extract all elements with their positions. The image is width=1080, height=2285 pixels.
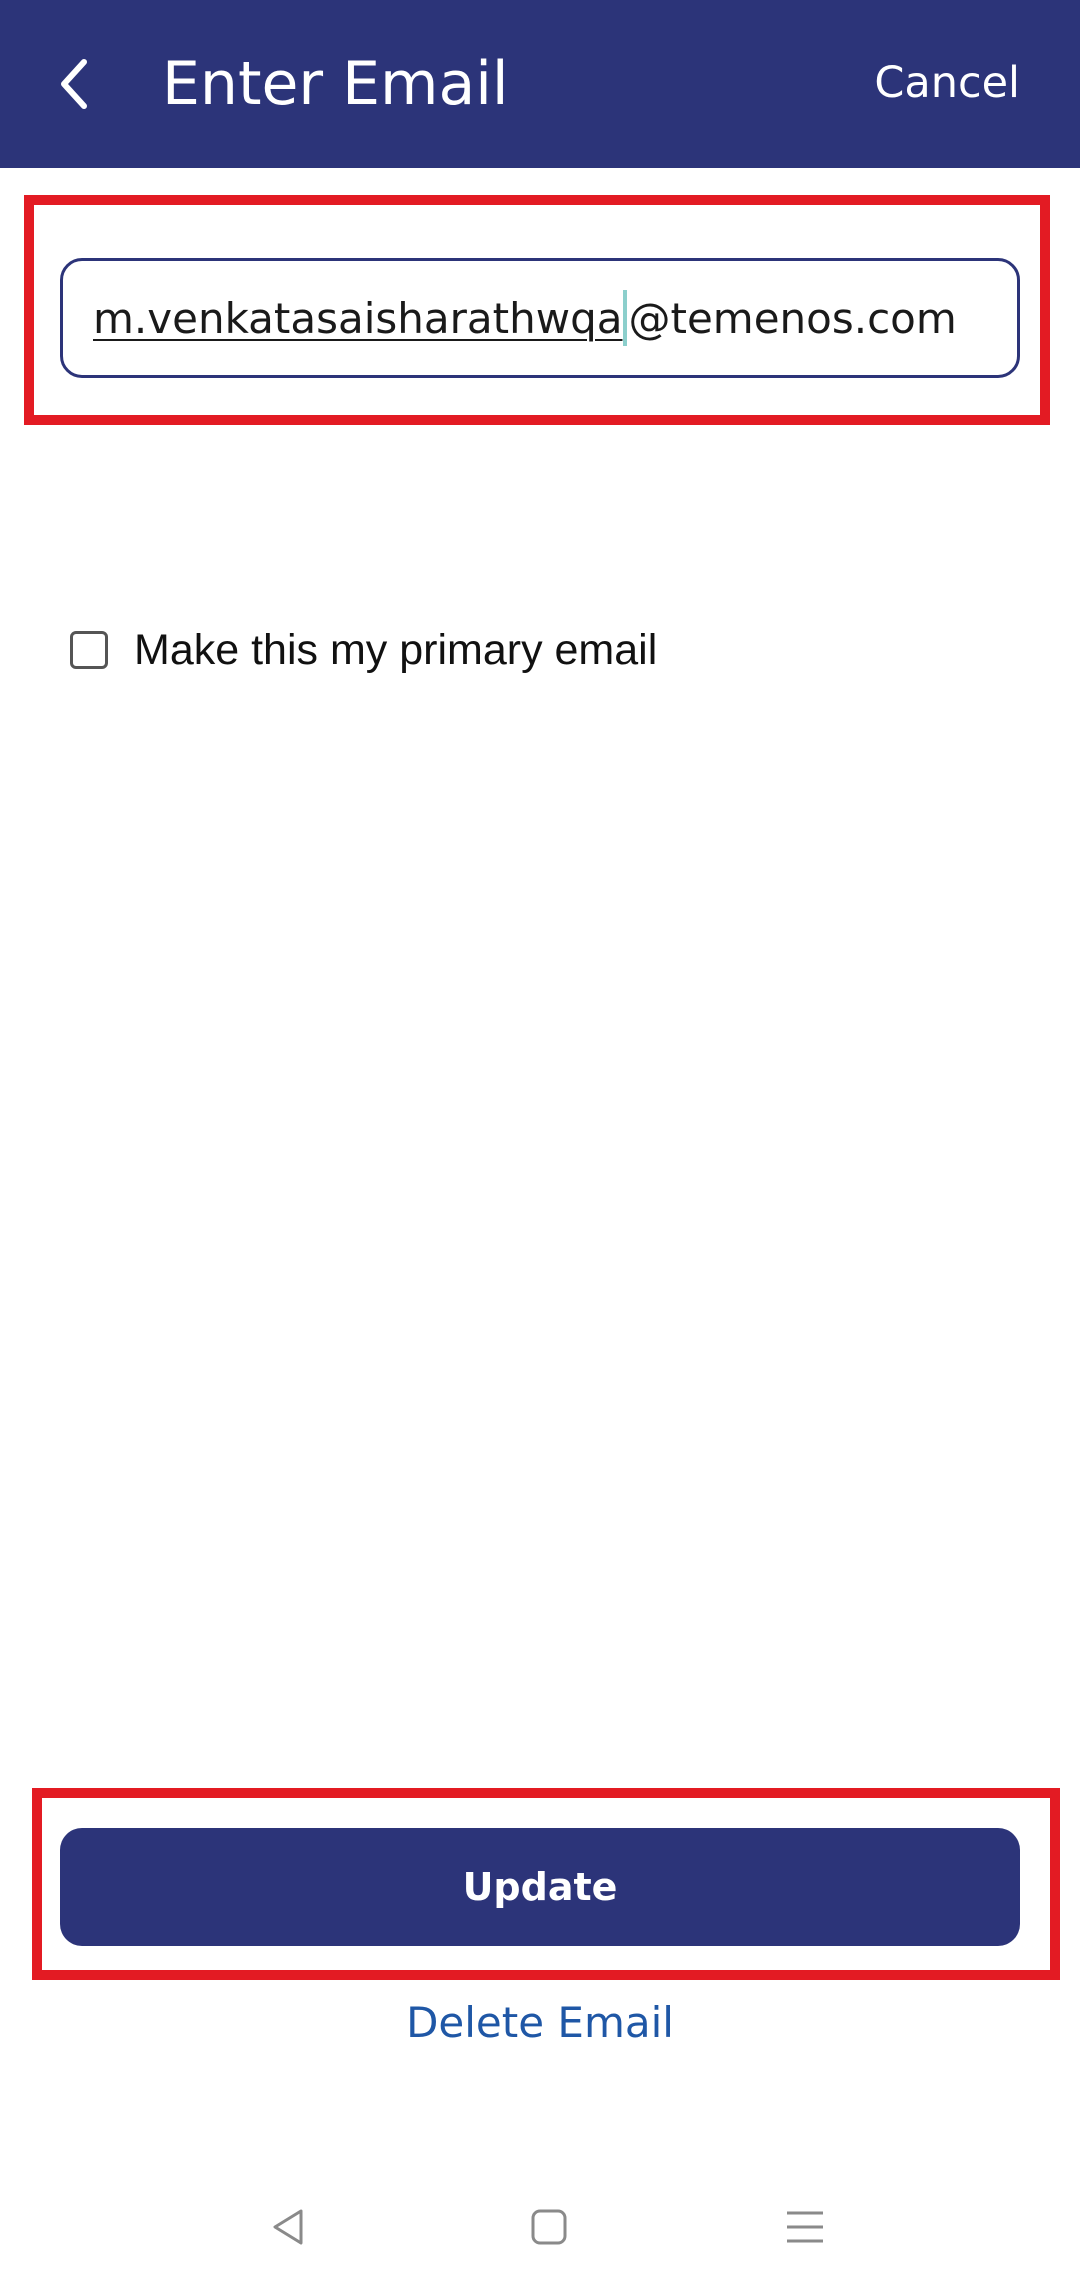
email-composing-text: m.venkatasaisharathwqa [93,293,623,343]
cancel-button[interactable]: Cancel [874,50,1020,116]
page-title: Enter Email [162,49,509,119]
email-rest-text: @temenos.com [628,293,957,343]
triangle-back-icon [273,2209,303,2245]
text-caret [623,290,628,346]
hamburger-menu-icon [787,2211,823,2243]
nav-home-button[interactable] [514,2192,584,2262]
screen: Enter Email Cancel m.venkatasaisharathwq… [0,0,1080,2285]
system-nav-bar [0,2170,1080,2285]
nav-back-button[interactable] [254,2192,324,2262]
email-field[interactable]: m.venkatasaisharathwqa @temenos.com [60,258,1020,378]
primary-email-checkbox-row[interactable]: Make this my primary email [70,622,657,678]
app-header: Enter Email Cancel [0,0,1080,168]
chevron-left-icon [61,59,87,109]
delete-email-link[interactable]: Delete Email [0,1998,1080,2047]
square-home-icon [531,2209,567,2245]
primary-email-checkbox[interactable] [70,631,108,669]
primary-email-label: Make this my primary email [134,625,658,674]
back-button[interactable] [34,44,114,124]
update-button[interactable]: Update [60,1828,1020,1946]
nav-menu-button[interactable] [770,2192,840,2262]
